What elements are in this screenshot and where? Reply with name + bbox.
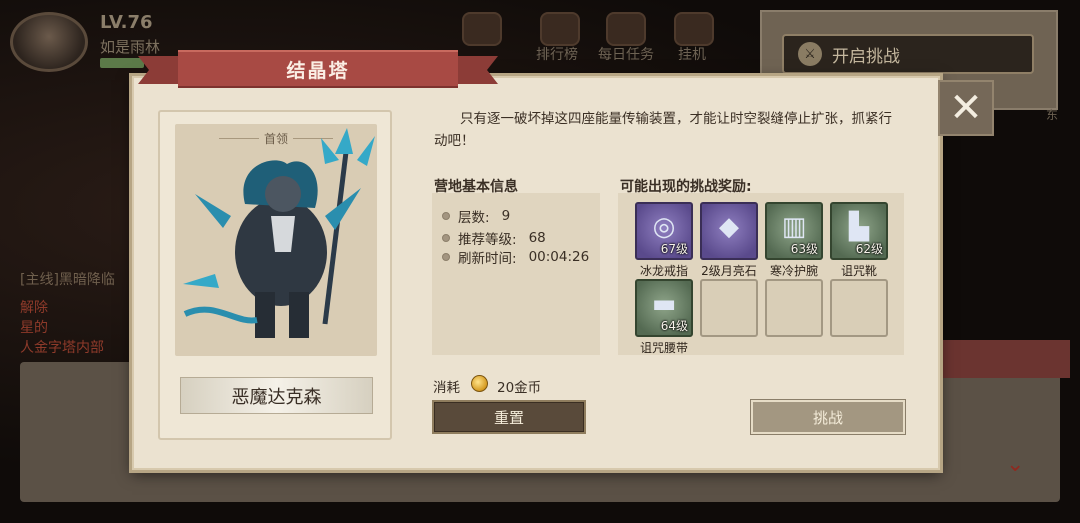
swords-icon[interactable] (674, 12, 714, 46)
reward-slot-empty (830, 279, 888, 337)
reward-slot-empty (700, 279, 758, 337)
bottom-ribbon (940, 340, 1070, 378)
reward-name: 诅咒靴 (840, 264, 877, 278)
dialog-description: 只有逐一破坏掉这四座能量传输装置，才能让时空裂缝停止扩张，抓紧行动吧！ (434, 111, 892, 149)
boss-portrait: 首领 (175, 124, 377, 356)
reward-level: 63级 (790, 242, 818, 256)
info-row-refresh-time: 刷新时间: 00:04:26 (442, 247, 589, 267)
player-level: LV.76 (100, 12, 153, 33)
reward-slot-cursed-boots[interactable]: ▙ 62级 (830, 202, 888, 260)
reward-level: 64级 (660, 319, 688, 333)
close-button[interactable]: ✕ (938, 80, 994, 136)
quest-tag: [主线]黑暗降临 (20, 272, 115, 288)
reset-label: 重置 (493, 408, 524, 427)
info-label: 推荐等级: (458, 232, 517, 248)
quest-line-3: 人金字塔内部 (20, 340, 104, 356)
info-label: 层数: (458, 210, 490, 226)
reward-slot-cursed-belt[interactable]: ▬ 64级 (635, 279, 693, 337)
challenge-button[interactable]: 挑战 (751, 400, 905, 434)
bullet-icon (442, 253, 450, 261)
cost-value: 20金币 (497, 380, 542, 396)
cost-label: 消耗 (433, 380, 460, 396)
ring-icon: ◎ (652, 212, 676, 242)
boots-icon: ▙ (849, 212, 869, 242)
trophy-icon[interactable] (540, 12, 580, 46)
info-label: 刷新时间: (458, 251, 517, 267)
chevron-down-icon[interactable]: ⌄ (1006, 452, 1024, 477)
info-value: 68 (528, 230, 546, 246)
player-avatar[interactable] (10, 12, 88, 72)
bracer-icon: ▥ (781, 212, 807, 242)
start-challenge-button[interactable]: ⚔ 开启挑战 (782, 34, 1034, 74)
reward-name: 2级月亮石 (701, 264, 757, 278)
boss-name: 恶魔达克森 (180, 377, 373, 414)
reward-level: 62级 (855, 242, 883, 256)
menu-ranking[interactable]: 排行榜 (536, 44, 578, 64)
play-icon[interactable] (462, 12, 502, 46)
belt-icon: ▬ (651, 289, 677, 319)
dialog-title: 结晶塔 (286, 59, 350, 82)
close-icon: ✕ (949, 85, 983, 131)
reward-slot-moonstone[interactable]: ◆ (700, 202, 758, 260)
reward-name: 寒冷护腕 (769, 264, 818, 278)
menu-daily-task[interactable]: 每日任务 (598, 44, 654, 64)
info-value: 00:04:26 (528, 249, 590, 265)
info-row-floor: 层数: 9 (442, 206, 510, 226)
reset-button[interactable]: 重置 (432, 400, 586, 434)
reward-slot-empty (765, 279, 823, 337)
demon-boss-illustration (183, 128, 375, 338)
daily-task-icon[interactable] (606, 12, 646, 46)
reward-slot-cold-bracer[interactable]: ▥ 63级 (765, 202, 823, 260)
bullet-icon (442, 234, 450, 242)
quest-tracker[interactable]: [主线]黑暗降临 解除 星的 人金字塔内部 (20, 270, 140, 358)
compass-east-label: 东 (1046, 108, 1059, 122)
challenge-label: 挑战 (812, 408, 843, 427)
moonstone-icon: ◆ (719, 212, 739, 242)
reward-slot-ice-dragon-ring[interactable]: ◎ 67级 (635, 202, 693, 260)
reward-name: 诅咒腰带 (639, 341, 688, 355)
bullet-icon (442, 212, 450, 220)
info-value: 9 (501, 208, 511, 224)
dialog-title-ribbon: 结晶塔 (138, 46, 498, 92)
reward-name: 冰龙戒指 (639, 264, 688, 278)
menu-idle[interactable]: 挂机 (678, 44, 706, 64)
reward-level: 67级 (660, 242, 688, 256)
info-row-recommended-level: 推荐等级: 68 (442, 228, 546, 248)
quest-line-2: 星的 (20, 320, 48, 336)
challenge-icon: ⚔ (798, 42, 822, 66)
quest-line-1: 解除 (20, 300, 48, 316)
start-challenge-label: 开启挑战 (832, 46, 900, 67)
gold-coin-icon (471, 375, 488, 392)
